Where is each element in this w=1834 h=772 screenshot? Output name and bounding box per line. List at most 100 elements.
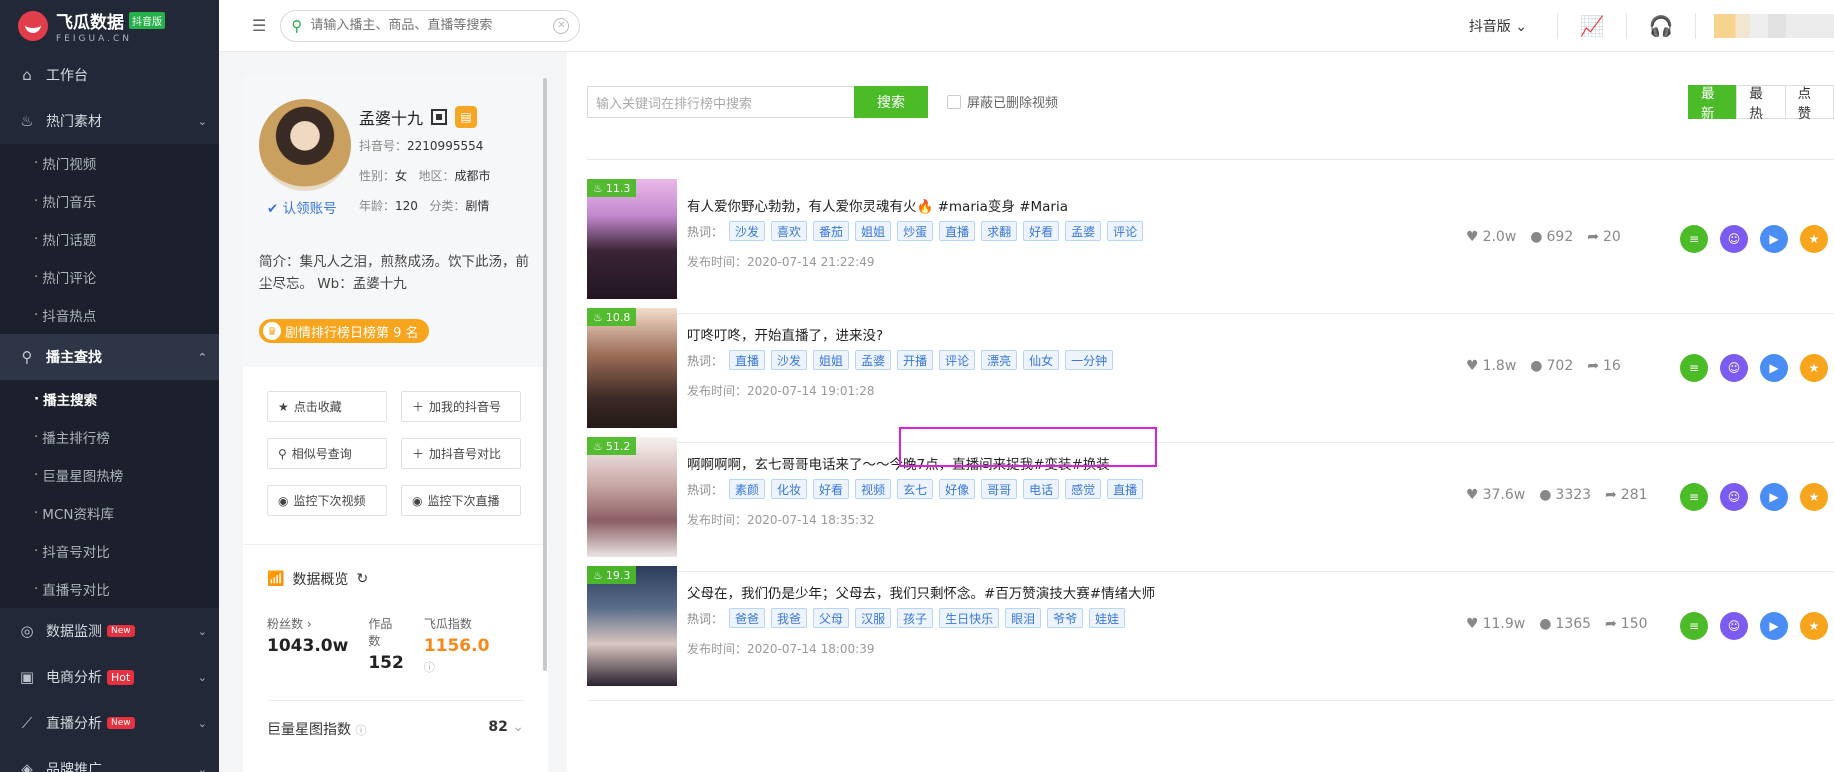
qrcode-icon[interactable] xyxy=(431,109,448,125)
hotword-tag[interactable]: 仙女 xyxy=(1023,350,1060,370)
favorite-button[interactable]: ★ 点击收藏 xyxy=(267,391,387,422)
audience-icon[interactable]: ☺ xyxy=(1720,612,1748,640)
nav-hot-material[interactable]: ♨ 热门素材 ⌄ xyxy=(0,98,219,144)
play-icon[interactable]: ▶ xyxy=(1760,483,1788,511)
audience-icon[interactable]: ☺ xyxy=(1720,225,1748,253)
monitor-video-button[interactable]: ◉ 监控下次视频 xyxy=(267,485,387,516)
tab-likes[interactable]: 点赞 xyxy=(1784,85,1834,122)
logo[interactable]: 飞瓜数据 抖音版 FEIGUA.CN xyxy=(0,0,219,52)
avatar[interactable] xyxy=(259,99,351,191)
favorite-icon[interactable]: ★ xyxy=(1800,225,1828,253)
tab-hottest[interactable]: 最热 xyxy=(1736,85,1786,122)
hotword-tag[interactable]: 汉服 xyxy=(855,608,892,628)
video-thumbnail[interactable]: ♨ 10.8 xyxy=(587,308,677,428)
similar-account-button[interactable]: ⚲ 相似号查询 xyxy=(267,438,387,469)
detail-icon[interactable]: ≡ xyxy=(1680,612,1708,640)
video-title[interactable]: 有人爱你野心勃勃，有人爱你灵魂有火🔥 #maria变身 #Maria xyxy=(687,195,1068,215)
video-thumbnail[interactable]: ♨ 11.3 xyxy=(587,179,677,299)
detail-icon[interactable]: ≡ xyxy=(1680,225,1708,253)
hotword-tag[interactable]: 孟婆 xyxy=(855,350,892,370)
hotword-tag[interactable]: 玄七 xyxy=(897,479,934,499)
hotword-tag[interactable]: 沙发 xyxy=(729,221,766,241)
sidebar-item-hot-music[interactable]: 热门音乐 xyxy=(0,182,219,220)
hotword-tag[interactable]: 素颜 xyxy=(729,479,766,499)
sidebar-item-hot-comment[interactable]: 热门评论 xyxy=(0,258,219,296)
sidebar-item-live-compare[interactable]: 直播号对比 xyxy=(0,570,219,608)
play-icon[interactable]: ▶ xyxy=(1760,225,1788,253)
hotword-tag[interactable]: 娃娃 xyxy=(1089,608,1126,628)
claim-account-link[interactable]: ✔ 认领账号 xyxy=(267,197,337,217)
detail-icon[interactable]: ≡ xyxy=(1680,483,1708,511)
hotword-tag[interactable]: 父母 xyxy=(813,608,850,628)
hotword-tag[interactable]: 生日快乐 xyxy=(939,608,1000,628)
checkbox[interactable] xyxy=(947,94,961,109)
hide-deleted-checkbox[interactable]: 屏蔽已删除视频 xyxy=(947,92,1058,111)
hotword-tag[interactable]: 哥哥 xyxy=(981,479,1018,499)
hotword-tag[interactable]: 开播 xyxy=(897,350,934,370)
monitor-live-button[interactable]: ◉ 监控下次直播 xyxy=(401,485,521,516)
hotword-tag[interactable]: 我爸 xyxy=(771,608,808,628)
refresh-icon[interactable]: ↻ xyxy=(356,571,368,587)
detail-icon[interactable]: ≡ xyxy=(1680,354,1708,382)
hotword-tag[interactable]: 喜欢 xyxy=(771,221,808,241)
star-index-row[interactable]: 巨量星图指数 ⓘ 82 ⌄ xyxy=(267,700,524,739)
sidebar-item-account-compare[interactable]: 抖音号对比 xyxy=(0,532,219,570)
sidebar-item-streamer-search[interactable]: 播主搜索 xyxy=(0,380,219,418)
nav-workbench[interactable]: ⌂ 工作台 xyxy=(0,52,219,98)
keyword-search-input[interactable]: 输入关键词在排行榜中搜索 xyxy=(587,86,855,118)
video-title[interactable]: 父母在，我们仍是少年；父母去，我们只剩怀念。#百万赞演技大赛#情绪大师 xyxy=(687,582,1155,602)
sidebar-item-streamer-rank[interactable]: 播主排行榜 xyxy=(0,418,219,456)
audience-icon[interactable]: ☺ xyxy=(1720,483,1748,511)
global-search-input[interactable] xyxy=(310,18,546,33)
hotword-tag[interactable]: 直播 xyxy=(1107,479,1144,499)
hotword-tag[interactable]: 评论 xyxy=(1107,221,1144,241)
rank-badge[interactable]: ♛ 剧情排行榜日榜第 9 名 xyxy=(259,319,429,343)
nav-ecommerce[interactable]: ▣ 电商分析 Hot ⌄ xyxy=(0,654,219,700)
hotword-tag[interactable]: 好像 xyxy=(939,479,976,499)
sidebar-item-douyin-hotspot[interactable]: 抖音热点 xyxy=(0,296,219,334)
hotword-tag[interactable]: 好看 xyxy=(1023,221,1060,241)
tab-latest[interactable]: 最新 xyxy=(1688,85,1738,122)
chart-icon[interactable]: 📈 xyxy=(1558,14,1626,38)
global-search[interactable]: ⚲ ✕ xyxy=(280,9,581,42)
hotword-tag[interactable]: 漂亮 xyxy=(981,350,1018,370)
user-avatar[interactable] xyxy=(1714,14,1834,38)
hotword-tag[interactable]: 孩子 xyxy=(897,608,934,628)
hotword-tag[interactable]: 眼泪 xyxy=(1005,608,1042,628)
hotword-tag[interactable]: 感觉 xyxy=(1065,479,1102,499)
audience-icon[interactable]: ☺ xyxy=(1720,354,1748,382)
headset-icon[interactable]: 🎧 xyxy=(1627,14,1695,38)
shop-icon[interactable]: ▤ xyxy=(455,106,478,128)
menu-toggle-icon[interactable]: ☰ xyxy=(252,16,266,35)
hotword-tag[interactable]: 直播 xyxy=(939,221,976,241)
hotword-tag[interactable]: 爸爸 xyxy=(729,608,766,628)
video-thumbnail[interactable]: ♨ 19.3 xyxy=(587,566,677,686)
hotword-tag[interactable]: 炒蛋 xyxy=(897,221,934,241)
hotword-tag[interactable]: 姐姐 xyxy=(855,221,892,241)
hotword-tag[interactable]: 番茄 xyxy=(813,221,850,241)
clear-icon[interactable]: ✕ xyxy=(553,17,570,34)
profile-scrollbar[interactable] xyxy=(543,78,547,671)
video-thumbnail[interactable]: ♨ 51.2 xyxy=(587,437,677,557)
sidebar-item-hot-video[interactable]: 热门视频 xyxy=(0,144,219,182)
add-my-account-button[interactable]: ＋ 加我的抖音号 xyxy=(401,391,521,422)
nav-brand[interactable]: ◈ 品牌推广 ⌄ xyxy=(0,746,219,772)
play-icon[interactable]: ▶ xyxy=(1760,612,1788,640)
nav-data-monitor[interactable]: ◎ 数据监测 New ⌄ xyxy=(0,608,219,654)
version-dropdown[interactable]: 抖音版 ⌄ xyxy=(1469,16,1527,36)
hotword-tag[interactable]: 直播 xyxy=(729,350,766,370)
favorite-icon[interactable]: ★ xyxy=(1800,612,1828,640)
play-icon[interactable]: ▶ xyxy=(1760,354,1788,382)
hotword-tag[interactable]: 电话 xyxy=(1023,479,1060,499)
sidebar-item-hot-topic[interactable]: 热门话题 xyxy=(0,220,219,258)
video-title[interactable]: 叮咚叮咚，开始直播了，进来没? xyxy=(687,324,883,344)
favorite-icon[interactable]: ★ xyxy=(1800,354,1828,382)
sidebar-item-star-hotlist[interactable]: 巨量星图热榜 xyxy=(0,456,219,494)
stat-fans[interactable]: 粉丝数 › 1043.0w xyxy=(267,615,348,676)
hotword-tag[interactable]: 孟婆 xyxy=(1065,221,1102,241)
hotword-tag[interactable]: 沙发 xyxy=(771,350,808,370)
hotword-tag[interactable]: 求翻 xyxy=(981,221,1018,241)
favorite-icon[interactable]: ★ xyxy=(1800,483,1828,511)
hotword-tag[interactable]: 好看 xyxy=(813,479,850,499)
hotword-tag[interactable]: 爷爷 xyxy=(1047,608,1084,628)
